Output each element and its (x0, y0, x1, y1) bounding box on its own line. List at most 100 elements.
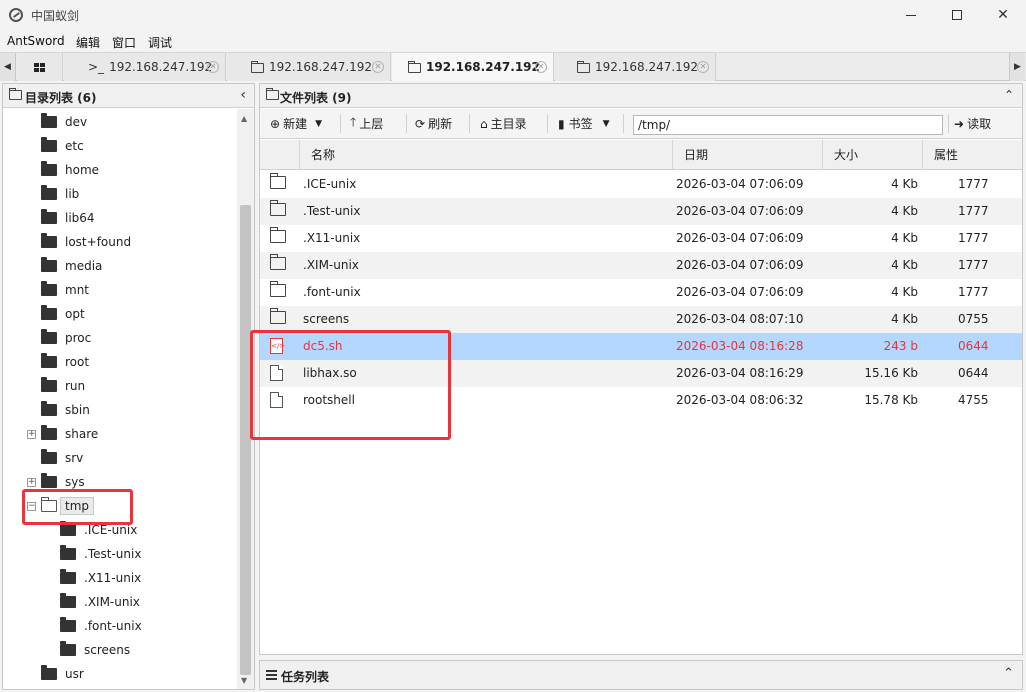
menu-window[interactable]: 窗口 (112, 34, 136, 51)
tree-item-root[interactable]: root (41, 352, 89, 372)
expand-up-icon[interactable]: ⌃ (1003, 666, 1014, 681)
menu-edit[interactable]: 编辑 (76, 34, 100, 51)
column-header-name[interactable]: 名称 (299, 140, 672, 170)
tree-item-label: usr (65, 667, 84, 681)
file-row[interactable]: .XIM-unix 2026-03-04 07:06:09 4 Kb 1777 (260, 252, 1022, 279)
column-header-size[interactable]: 大小 (822, 140, 922, 170)
tree-item-usr[interactable]: usr (41, 664, 84, 684)
tab-file-manager[interactable]: 192.168.247.192 ✕ (227, 53, 391, 81)
read-button[interactable]: ➜ 读取 (954, 109, 991, 138)
list-icon (266, 670, 277, 680)
tree-item-label: .XIM-unix (84, 595, 140, 609)
close-button[interactable]: ✕ (980, 0, 1026, 30)
tree-item-run[interactable]: run (41, 376, 85, 396)
up-label: 上层 (359, 117, 384, 131)
folder-icon (41, 257, 57, 272)
tree-item-lib[interactable]: lib (41, 184, 79, 204)
file-size: 15.16 Kb (864, 366, 918, 380)
tree-item-label: run (65, 379, 86, 393)
column-header-attr[interactable]: 属性 (922, 140, 1022, 170)
close-icon: ✕ (997, 7, 1009, 23)
toolbar-divider (547, 114, 548, 133)
tree-item-label: mnt (65, 283, 89, 297)
new-button[interactable]: ⊕ 新建 ▼ (270, 109, 322, 138)
file-row[interactable]: .font-unix 2026-03-04 07:06:09 4 Kb 1777 (260, 279, 1022, 306)
file-row[interactable]: .ICE-unix 2026-03-04 07:06:09 4 Kb 1777 (260, 171, 1022, 198)
tree-item-lost-found[interactable]: lost+found (41, 232, 131, 252)
tab-scroll-left-button[interactable]: ◀ (0, 53, 16, 81)
tree-item-media[interactable]: media (41, 256, 102, 276)
tab-close-icon[interactable]: ✕ (207, 61, 219, 73)
menu-antsword[interactable]: AntSword (7, 34, 65, 48)
folder-icon (60, 545, 76, 560)
tab-label: 192.168.247.192 (595, 60, 699, 74)
tree-item-lib64[interactable]: lib64 (41, 208, 95, 228)
folder-icon (269, 254, 286, 270)
tab-close-icon[interactable]: ✕ (535, 61, 547, 73)
home-icon: ⌂ (480, 116, 488, 131)
tab-close-icon[interactable]: ✕ (372, 61, 384, 73)
collapse-left-icon[interactable]: ‹ (240, 87, 246, 103)
home-directory-button[interactable]: ⌂ 主目录 (480, 109, 527, 138)
file-size: 4 Kb (891, 312, 918, 326)
file-panel: 文件列表 (9) ⌃ ⊕ 新建 ▼ 🡑 上层 ⟳ 刷新 ⌂ 主目录 ▮ 书签 ▼ (250, 83, 1023, 655)
refresh-button[interactable]: ⟳ 刷新 (415, 109, 452, 138)
menu-debug[interactable]: 调试 (148, 34, 172, 51)
tree-item-test-unix[interactable]: .Test-unix (60, 544, 141, 564)
up-button[interactable]: 🡑 上层 (350, 109, 383, 138)
tab-home[interactable] (17, 53, 63, 81)
maximize-button[interactable] (934, 0, 980, 30)
expand-plus-icon[interactable]: + (27, 478, 36, 487)
file-attr: 1777 (958, 258, 989, 272)
tree-item-home[interactable]: home (41, 160, 99, 180)
tree-item-screens[interactable]: screens (60, 640, 130, 660)
file-attr: 0644 (958, 366, 989, 380)
tree-item-label: etc (65, 139, 84, 153)
tree-item-mnt[interactable]: mnt (41, 280, 89, 300)
tree-item-dev[interactable]: dev (41, 112, 87, 132)
tab-file-manager[interactable]: 192.168.247.192 ✕ (555, 53, 716, 81)
file-size: 4 Kb (891, 258, 918, 272)
tree-item-font-unix[interactable]: .font-unix (60, 616, 142, 636)
expand-plus-icon[interactable]: + (27, 430, 36, 439)
file-row[interactable]: .X11-unix 2026-03-04 07:06:09 4 Kb 1777 (260, 225, 1022, 252)
tab-terminal[interactable]: >_ 192.168.247.192 ✕ (64, 53, 226, 81)
file-size: 4 Kb (891, 231, 918, 245)
scrollbar-thumb[interactable] (240, 205, 251, 675)
folder-icon (60, 593, 76, 608)
file-attr: 1777 (958, 231, 989, 245)
tree-item-sbin[interactable]: sbin (41, 400, 90, 420)
collapse-up-icon[interactable]: ⌃ (1004, 88, 1014, 102)
scroll-up-icon[interactable]: ▲ (241, 114, 247, 123)
path-input[interactable] (633, 115, 943, 135)
file-grid-header: 名称 日期 大小 属性 (260, 140, 1022, 170)
tab-label: 192.168.247.192 (269, 60, 373, 74)
tree-item-x11-unix[interactable]: .X11-unix (60, 568, 141, 588)
tree-item-share[interactable]: share (41, 424, 98, 444)
tab-scroll-right-button[interactable]: ▶ (1009, 53, 1025, 81)
column-header-date[interactable]: 日期 (672, 140, 822, 170)
tab-close-icon[interactable]: ✕ (697, 61, 709, 73)
folder-icon (60, 521, 76, 536)
folder-icon (41, 209, 57, 224)
tab-file-manager-active[interactable]: 192.168.247.192 ✕ (392, 53, 554, 81)
minimize-button[interactable] (888, 0, 934, 30)
file-date: 2026-03-04 08:16:29 (676, 366, 804, 380)
file-date: 2026-03-04 08:06:32 (676, 393, 804, 407)
bookmark-button[interactable]: ▮ 书签 ▼ (558, 109, 610, 138)
folder-icon (41, 425, 57, 440)
folder-icon (41, 353, 57, 368)
tree-item-label: .ICE-unix (84, 523, 138, 537)
file-row[interactable]: screens 2026-03-04 08:07:10 4 Kb 0755 (260, 306, 1022, 333)
maximize-icon (952, 10, 962, 20)
tree-item-etc[interactable]: etc (41, 136, 84, 156)
file-row[interactable]: .Test-unix 2026-03-04 07:06:09 4 Kb 1777 (260, 198, 1022, 225)
scroll-down-icon[interactable]: ▼ (241, 676, 247, 685)
task-panel[interactable]: 任务列表 ⌃ (259, 660, 1023, 690)
tree-item-xim-unix[interactable]: .XIM-unix (60, 592, 140, 612)
tree-item-opt[interactable]: opt (41, 304, 85, 324)
tree-item-srv[interactable]: srv (41, 448, 83, 468)
file-name: .Test-unix (303, 204, 361, 218)
tree-item-label: home (65, 163, 100, 177)
tree-item-proc[interactable]: proc (41, 328, 91, 348)
